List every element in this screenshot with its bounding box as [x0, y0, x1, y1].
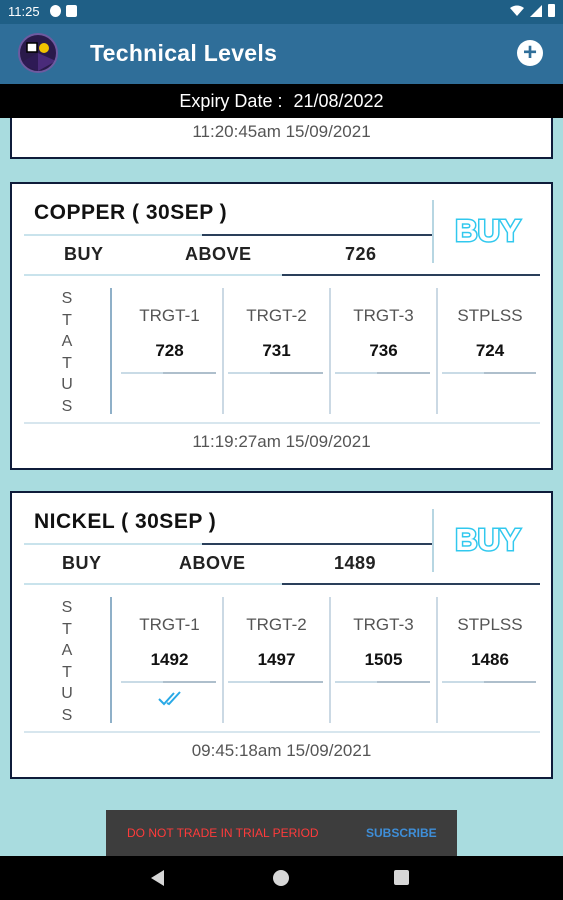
divider: [432, 200, 434, 263]
status-letter: S: [61, 290, 73, 307]
divider: [270, 372, 323, 374]
divider: [163, 372, 216, 374]
storage-notification-icon: [66, 5, 77, 17]
target-label: TRGT-2: [246, 615, 307, 634]
divider: [270, 681, 323, 683]
target-column: TRGT-2 1497: [224, 597, 331, 723]
status-right-icons: [510, 4, 555, 17]
stoploss-value: 1486: [471, 650, 509, 669]
target-value: 736: [369, 341, 398, 360]
expiry-value: 21/08/2022: [293, 91, 384, 111]
buy-signal-badge: BUY: [454, 521, 523, 557]
target-label: TRGT-2: [246, 306, 307, 325]
divider: [484, 372, 536, 374]
signal-card[interactable]: COPPER ( 30SEP ) BUY BUY ABOVE 726 S T A…: [10, 182, 553, 470]
app-bar: Technical Levels +: [0, 24, 563, 84]
divider: [163, 681, 216, 683]
target-label: TRGT-1: [139, 306, 200, 325]
target-column: TRGT-1 1492: [117, 597, 224, 723]
target-column: TRGT-3 1505: [331, 597, 438, 723]
trade-price: 726: [345, 244, 377, 264]
divider: [377, 681, 430, 683]
target-column: TRGT-3 736: [331, 288, 438, 414]
divider: [202, 543, 432, 545]
divider: [282, 274, 540, 276]
target-value: 731: [262, 341, 291, 360]
trade-condition: ABOVE: [185, 244, 252, 264]
expiry-label: Expiry Date :: [179, 91, 283, 111]
buy-signal-text: BUY: [455, 213, 521, 248]
trade-action: BUY: [64, 244, 104, 264]
trade-price: 1489: [334, 553, 377, 573]
target-column: TRGT-2 731: [224, 288, 331, 414]
status-letter: T: [62, 311, 72, 329]
card-timestamp: 09:45:18am 15/09/2021: [191, 741, 372, 760]
card-timestamp: 11:19:27am 15/09/2021: [192, 432, 371, 451]
subscribe-button[interactable]: SUBSCRIBE: [366, 826, 437, 840]
buy-signal-badge: BUY: [454, 212, 523, 248]
status-letter: T: [62, 354, 72, 372]
divider: [484, 681, 536, 683]
instrument-name: NICKEL ( 30SEP ): [34, 510, 217, 533]
stoploss-column: STPLSS 1486: [438, 597, 542, 723]
divider: [24, 422, 540, 424]
stoploss-label: STPLSS: [457, 615, 523, 634]
trial-warning-text: DO NOT TRADE IN TRIAL PERIOD: [127, 826, 319, 840]
status-letter: A: [61, 333, 73, 350]
trial-snackbar: DO NOT TRADE IN TRIAL PERIOD SUBSCRIBE: [106, 810, 457, 856]
app-notification-icon: [50, 5, 61, 17]
status-letter: S: [61, 599, 73, 616]
home-icon[interactable]: [273, 870, 289, 886]
target-label: TRGT-3: [353, 306, 414, 325]
divider: [110, 597, 112, 723]
divider: [432, 509, 434, 572]
double-check-icon: [158, 691, 181, 706]
status-bar: 11:25: [0, 0, 563, 24]
target-label: TRGT-3: [353, 615, 414, 634]
stoploss-value: 724: [475, 341, 505, 360]
status-label: S T A T U S: [60, 597, 74, 726]
signal-card[interactable]: NICKEL ( 30SEP ) BUY BUY ABOVE 1489 S T …: [10, 491, 553, 779]
status-letter: T: [62, 620, 72, 638]
stoploss-column: STPLSS 724: [438, 288, 542, 414]
buy-signal-text: BUY: [455, 522, 521, 557]
target-value: 1492: [150, 650, 189, 669]
divider: [282, 583, 540, 585]
divider: [202, 234, 432, 236]
status-letter: U: [61, 685, 73, 702]
target-value: 728: [155, 341, 184, 360]
status-letter: U: [61, 376, 73, 393]
plus-icon[interactable]: +: [517, 40, 543, 66]
app-logo: [18, 33, 58, 73]
card-timestamp: 11:20:45am 15/09/2021: [192, 122, 371, 141]
divider: [24, 731, 540, 733]
stoploss-label: STPLSS: [457, 306, 523, 325]
target-value: 1505: [364, 650, 403, 669]
target-label: TRGT-1: [139, 615, 200, 634]
instrument-name: COPPER ( 30SEP ): [34, 201, 228, 224]
system-nav-bar: [0, 856, 563, 900]
status-letter: T: [62, 663, 72, 681]
partial-signal-card: 11:20:45am 15/09/2021: [10, 118, 553, 159]
status-letter: S: [61, 706, 73, 724]
status-letter: A: [61, 642, 73, 659]
notification-icons: [50, 5, 77, 17]
trade-condition: ABOVE: [179, 553, 246, 573]
status-time: 11:25: [8, 4, 40, 19]
target-value: 1497: [257, 650, 296, 669]
status-letter: S: [61, 397, 73, 415]
expiry-bar: Expiry Date : 21/08/2022: [0, 84, 563, 118]
recents-icon[interactable]: [394, 870, 409, 885]
wifi-icon: [510, 5, 524, 16]
divider: [377, 372, 430, 374]
signal-icon: [530, 4, 542, 17]
back-icon[interactable]: [151, 870, 164, 886]
trade-action: BUY: [62, 553, 102, 573]
battery-icon: [548, 4, 555, 17]
status-label: S T A T U S: [60, 288, 74, 417]
page-title: Technical Levels: [90, 40, 278, 66]
target-column: TRGT-1 728: [117, 288, 224, 414]
divider: [110, 288, 112, 414]
